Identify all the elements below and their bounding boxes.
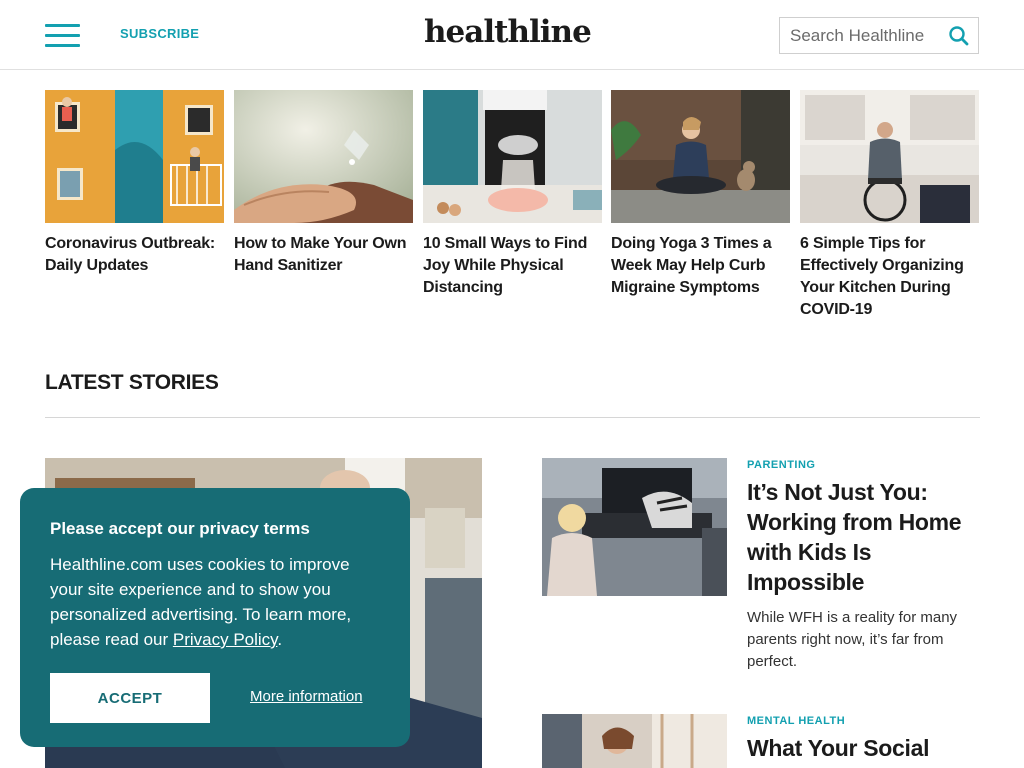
search-input[interactable] [780, 18, 940, 53]
story-title[interactable]: Doing Yoga 3 Times a Week May Help Curb … [611, 233, 790, 299]
privacy-banner-title: Please accept our privacy terms [50, 519, 310, 538]
story-thumbnail[interactable] [542, 714, 727, 768]
story-thumbnail[interactable] [611, 90, 790, 223]
category-label[interactable]: MENTAL HEALTH [747, 715, 845, 727]
privacy-banner-text: Healthline.com uses cookies to improve y… [50, 552, 385, 652]
story-description: While WFH is a reality for many parents … [747, 609, 958, 670]
accept-button[interactable]: ACCEPT [50, 673, 210, 723]
category-label[interactable]: PARENTING [747, 459, 815, 471]
privacy-policy-link[interactable]: Privacy Policy [173, 630, 278, 649]
healthline-logo[interactable]: healthline [424, 14, 592, 50]
story-thumbnail[interactable] [800, 90, 979, 223]
story-title[interactable]: What Your Social [747, 733, 977, 763]
search-icon[interactable] [948, 25, 970, 47]
more-information-link[interactable]: More information [250, 688, 363, 705]
privacy-text-end: . [277, 630, 283, 649]
site-header: SUBSCRIBE healthline [0, 0, 1024, 70]
top-story-card[interactable]: 10 Small Ways to Find Joy While Physical… [423, 90, 602, 299]
top-story-card[interactable]: How to Make Your Own Hand Sanitizer [234, 90, 413, 277]
section-divider [45, 417, 980, 418]
top-story-card[interactable]: 6 Simple Tips for Effectively Organizing… [800, 90, 979, 321]
story-thumbnail[interactable] [542, 458, 727, 596]
story-title[interactable]: 6 Simple Tips for Effectively Organizing… [800, 233, 979, 321]
story-title[interactable]: 10 Small Ways to Find Joy While Physical… [423, 233, 602, 299]
story-title[interactable]: Coronavirus Outbreak: Daily Updates [45, 233, 224, 277]
search-box [779, 17, 979, 54]
story-title[interactable]: It’s Not Just You: Working from Home wit… [747, 477, 977, 597]
story-thumbnail[interactable] [45, 90, 224, 223]
menu-icon[interactable] [45, 24, 80, 48]
story-thumbnail[interactable] [423, 90, 602, 223]
story-title[interactable]: How to Make Your Own Hand Sanitizer [234, 233, 413, 277]
top-story-card[interactable]: Coronavirus Outbreak: Daily Updates [45, 90, 224, 277]
privacy-banner: Please accept our privacy terms Healthli… [20, 488, 410, 747]
subscribe-link[interactable]: SUBSCRIBE [120, 26, 199, 41]
latest-stories-heading: LATEST STORIES [45, 371, 219, 394]
story-thumbnail[interactable] [234, 90, 413, 223]
top-story-card[interactable]: Doing Yoga 3 Times a Week May Help Curb … [611, 90, 790, 299]
